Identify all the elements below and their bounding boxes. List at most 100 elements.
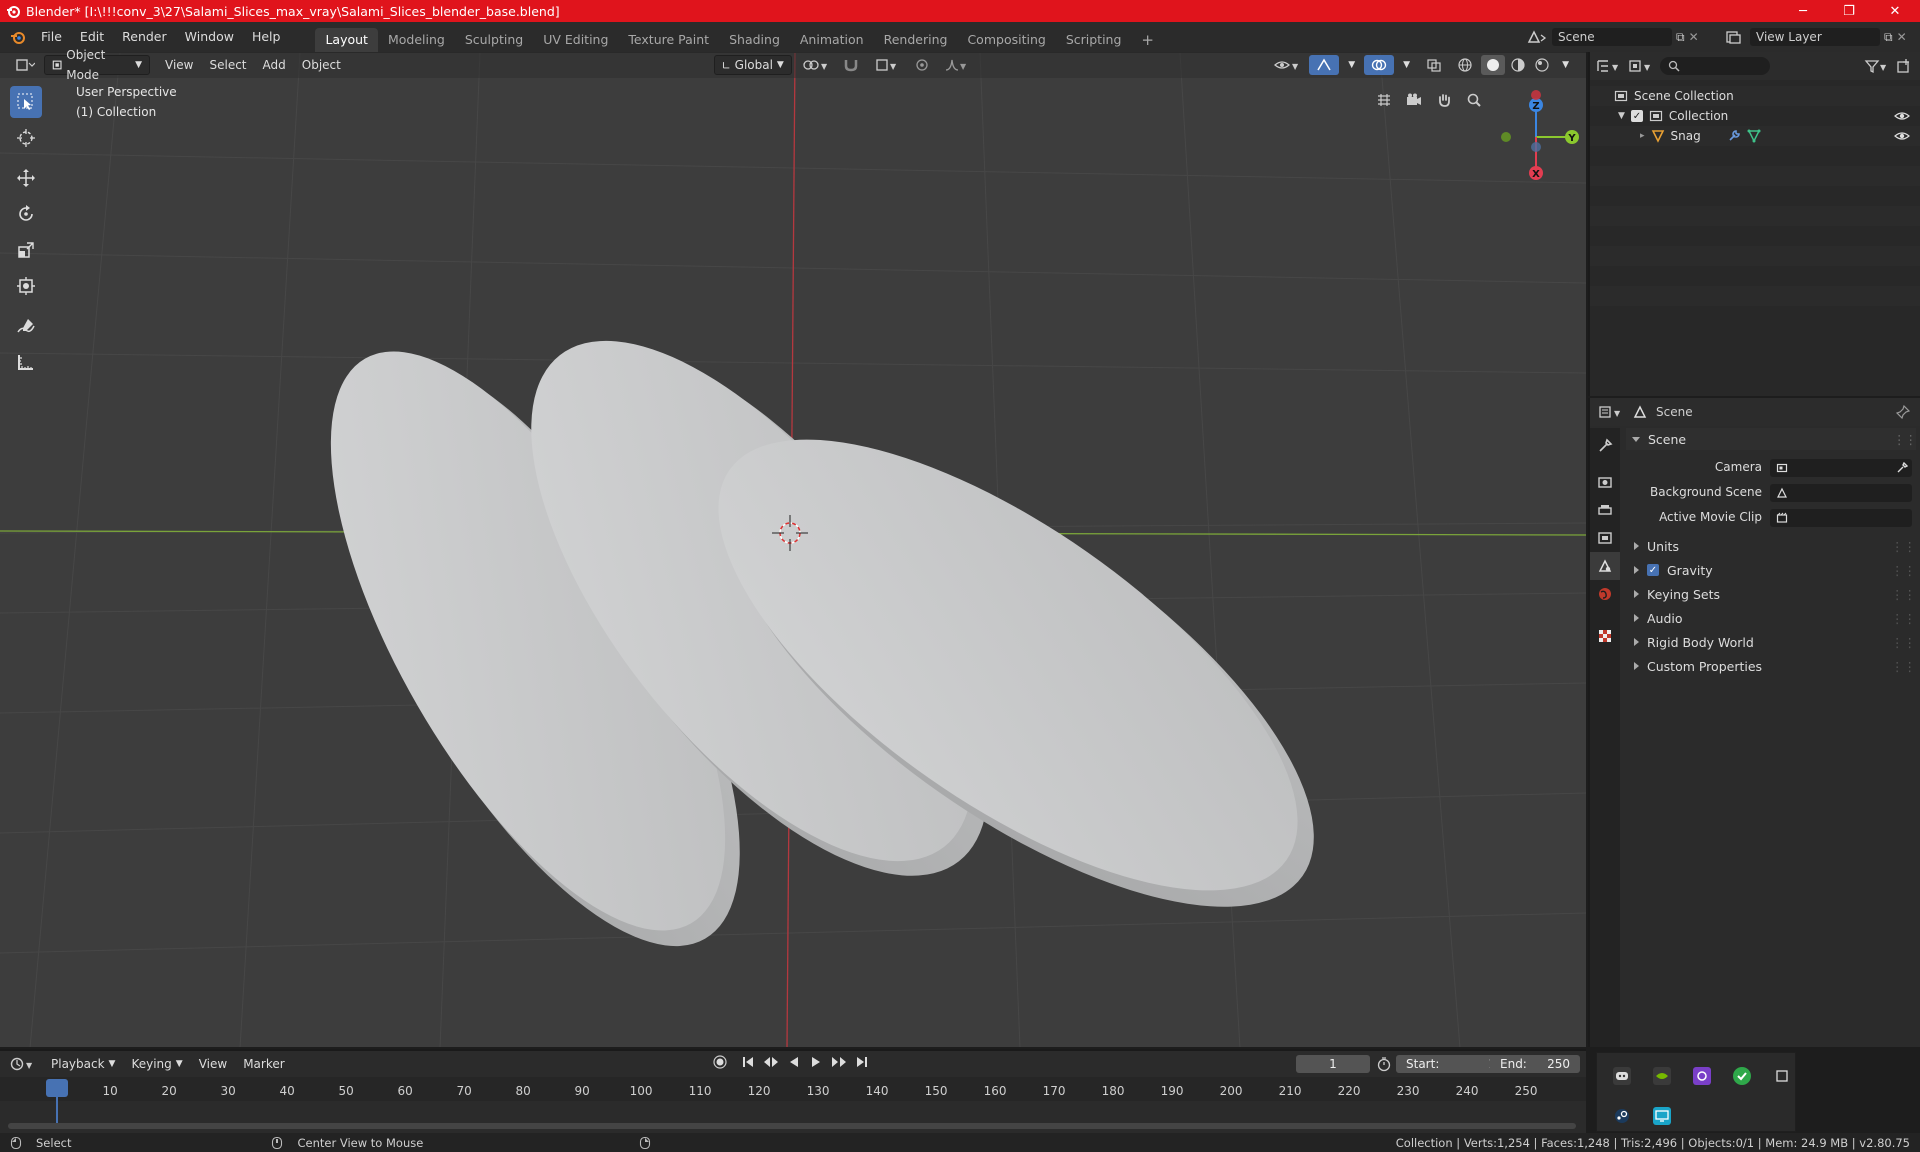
marker-menu[interactable]: Marker	[236, 1054, 291, 1074]
viewport-menu-object[interactable]: Object	[295, 55, 348, 75]
menu-help[interactable]: Help	[243, 26, 290, 48]
custom-properties-panel-header[interactable]: Custom Properties ⋮⋮	[1626, 655, 1916, 677]
playhead-frame-indicator[interactable]	[46, 1079, 68, 1097]
properties-editor-type-icon[interactable]: ▼	[1598, 404, 1624, 420]
active-movie-clip-field[interactable]	[1770, 509, 1912, 527]
monitor-tray-icon[interactable]	[1653, 1107, 1671, 1125]
preview-range-stopwatch-icon[interactable]	[1376, 1056, 1392, 1072]
modifier-wrench-icon[interactable]	[1727, 129, 1741, 143]
current-frame-field[interactable]: 1	[1296, 1055, 1370, 1073]
menu-window[interactable]: Window	[176, 26, 243, 48]
tab-view-layer-properties[interactable]	[1590, 524, 1620, 552]
falloff-curve-icon[interactable]: ▼	[938, 55, 976, 75]
proportional-edit-icon[interactable]	[908, 55, 936, 75]
outliner-search-input[interactable]	[1660, 57, 1770, 75]
keying-menu[interactable]: Keying ▼	[124, 1054, 189, 1074]
tab-shading[interactable]: Shading	[719, 28, 790, 52]
close-button[interactable]: ✕	[1872, 0, 1918, 22]
editor-type-button[interactable]	[8, 55, 42, 75]
shading-dropdown-icon[interactable]: ▼	[1555, 55, 1576, 75]
tab-texture-paint[interactable]: Texture Paint	[618, 28, 719, 52]
pan-view-hand-icon[interactable]	[1431, 87, 1457, 113]
tab-uv-editing[interactable]: UV Editing	[533, 28, 618, 52]
material-shading-icon[interactable]	[1507, 55, 1529, 75]
axis-orientation-gizmo[interactable]: Z Y X	[1490, 87, 1586, 197]
visibility-eye-icon[interactable]	[1894, 130, 1910, 142]
background-scene-field[interactable]	[1770, 484, 1912, 502]
outliner-editor-type-icon[interactable]: ▼	[1596, 58, 1622, 74]
3d-viewport[interactable]: User Perspective (1) Collection Z Y X	[0, 52, 1586, 1047]
minimize-button[interactable]: ─	[1780, 0, 1826, 22]
playback-menu[interactable]: Playback ▼	[44, 1054, 122, 1074]
prev-keyframe-icon[interactable]	[762, 1054, 780, 1070]
gravity-checkbox[interactable]: ✓	[1647, 564, 1659, 576]
viewport-menu-add[interactable]: Add	[256, 55, 293, 75]
annotate-tool[interactable]	[10, 310, 42, 342]
tab-world-properties[interactable]	[1590, 580, 1620, 608]
xray-toggle-icon[interactable]	[1419, 55, 1449, 75]
new-collection-icon[interactable]	[1896, 58, 1912, 74]
drag-handle-icon[interactable]: ⋮⋮	[1893, 432, 1917, 447]
outliner-row-scene-collection[interactable]: Scene Collection	[1590, 86, 1920, 106]
object-visibility-icon[interactable]: ▼	[1267, 55, 1307, 75]
menu-file[interactable]: File	[32, 26, 71, 48]
maximize-button[interactable]: ❐	[1826, 0, 1872, 22]
pin-icon[interactable]	[1896, 405, 1910, 419]
expand-object-icon[interactable]: ▸	[1640, 131, 1645, 141]
jump-end-icon[interactable]	[854, 1054, 870, 1070]
tab-animation[interactable]: Animation	[790, 28, 874, 52]
tab-scripting[interactable]: Scripting	[1056, 28, 1132, 52]
timeline-scrollbar[interactable]	[8, 1123, 1576, 1129]
tab-scene-properties[interactable]	[1590, 552, 1620, 580]
toggle-grid-view-icon[interactable]	[1371, 87, 1397, 113]
tab-texture-properties[interactable]	[1590, 622, 1620, 650]
record-icon[interactable]	[712, 1054, 728, 1070]
move-tool[interactable]	[10, 162, 42, 194]
transform-orientation-dropdown[interactable]: Global ▼	[713, 55, 792, 75]
tab-render-properties[interactable]	[1590, 468, 1620, 496]
gravity-panel-header[interactable]: ✓ Gravity ⋮⋮	[1626, 559, 1916, 581]
filter-icon[interactable]: ▼	[1864, 58, 1890, 74]
tab-layout[interactable]: Layout	[315, 28, 378, 52]
tab-output-properties[interactable]	[1590, 496, 1620, 524]
show-gizmo-icon[interactable]	[1309, 55, 1340, 75]
scene-selector[interactable]: Scene ⧉ ✕	[1526, 26, 1699, 48]
remove-scene-icon[interactable]: ✕	[1689, 30, 1699, 44]
audio-panel-header[interactable]: Audio ⋮⋮	[1626, 607, 1916, 629]
window-tray-icon[interactable]	[1773, 1067, 1791, 1085]
viewport-menu-select[interactable]: Select	[202, 55, 253, 75]
remove-view-layer-icon[interactable]: ✕	[1897, 30, 1907, 44]
tab-modeling[interactable]: Modeling	[378, 28, 455, 52]
security-check-tray-icon[interactable]	[1733, 1067, 1751, 1085]
nvidia-tray-icon[interactable]	[1653, 1067, 1671, 1085]
cursor-tool[interactable]	[10, 122, 42, 154]
collection-checkbox[interactable]: ✓	[1630, 110, 1643, 122]
scene-name-field[interactable]: Scene	[1552, 28, 1672, 46]
app-tray-icon[interactable]	[1693, 1067, 1711, 1085]
steam-tray-icon[interactable]	[1613, 1107, 1631, 1125]
select-box-tool[interactable]	[10, 86, 42, 118]
expand-collection-icon[interactable]: ▼	[1618, 111, 1625, 121]
visibility-eye-icon[interactable]	[1894, 110, 1910, 122]
tab-tool-properties[interactable]	[1590, 432, 1620, 460]
blender-menu-icon[interactable]	[10, 29, 26, 45]
overlays-dropdown-icon[interactable]: ▼	[1396, 55, 1417, 75]
measure-tool[interactable]	[10, 346, 42, 378]
tab-rendering[interactable]: Rendering	[874, 28, 958, 52]
timeline-view-menu[interactable]: View	[192, 1054, 234, 1074]
new-view-layer-icon[interactable]: ⧉	[1884, 30, 1893, 45]
add-workspace-button[interactable]: +	[1131, 28, 1164, 52]
new-scene-icon[interactable]: ⧉	[1676, 30, 1685, 45]
outliner-row-object[interactable]: ▸ Snag	[1590, 126, 1920, 146]
snap-toggle-icon[interactable]	[836, 55, 866, 75]
transform-tool[interactable]	[10, 270, 42, 302]
tab-sculpting[interactable]: Sculpting	[455, 28, 533, 52]
zoom-view-icon[interactable]	[1461, 87, 1487, 113]
rigid-body-world-panel-header[interactable]: Rigid Body World ⋮⋮	[1626, 631, 1916, 653]
eyedropper-icon[interactable]	[1896, 462, 1908, 474]
timeline-editor-type-icon[interactable]: ▼	[10, 1056, 36, 1072]
next-keyframe-icon[interactable]	[830, 1054, 848, 1070]
play-icon[interactable]	[808, 1054, 824, 1070]
units-panel-header[interactable]: Units ⋮⋮	[1626, 535, 1916, 557]
camera-field[interactable]	[1770, 459, 1912, 477]
